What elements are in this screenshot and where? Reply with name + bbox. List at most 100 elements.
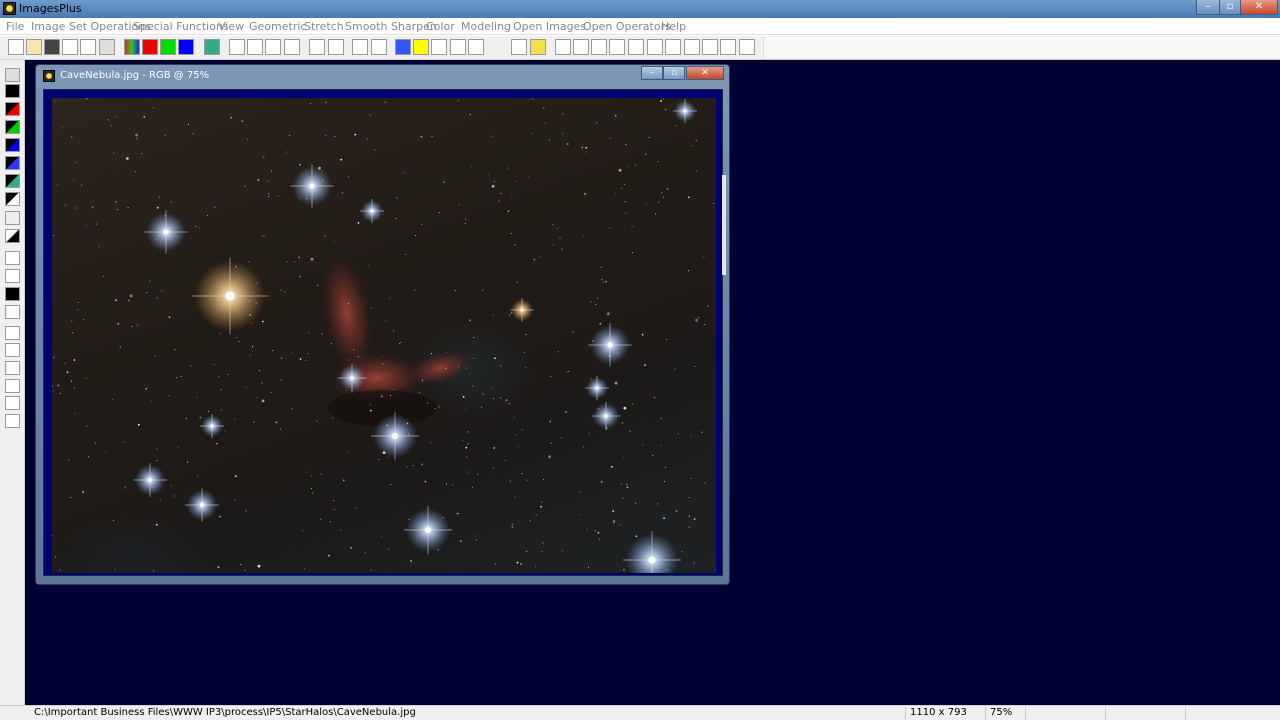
open-icon[interactable] <box>26 39 42 55</box>
star <box>579 491 581 493</box>
image-close-button[interactable]: ✕ <box>686 66 724 80</box>
red-black-icon[interactable] <box>5 102 20 116</box>
image-minimize-button[interactable]: – <box>641 66 663 80</box>
image-maximize-button[interactable]: ▫ <box>663 66 685 80</box>
rotate-left-icon[interactable] <box>5 379 20 393</box>
close-red-icon[interactable] <box>62 39 78 55</box>
move-icon[interactable] <box>5 326 20 340</box>
brush-icon[interactable] <box>511 39 527 55</box>
zoom-out-icon[interactable] <box>591 39 607 55</box>
star <box>420 135 423 138</box>
star <box>341 192 343 194</box>
menu-open-images[interactable]: Open Images <box>513 20 586 33</box>
redo-icon[interactable] <box>284 39 300 55</box>
save-icon[interactable] <box>5 68 20 82</box>
star <box>442 181 445 183</box>
points-icon[interactable] <box>371 39 387 55</box>
nebula-image[interactable] <box>52 98 716 573</box>
star <box>258 370 260 372</box>
crosshair-plus-icon[interactable] <box>431 39 447 55</box>
star <box>380 395 383 398</box>
green-black2-icon[interactable] <box>5 174 20 188</box>
rect-select-icon[interactable] <box>5 251 20 265</box>
black-square-icon[interactable] <box>5 84 20 98</box>
menu-smooth-sharpen[interactable]: Smooth Sharpen <box>345 20 437 33</box>
white-black-icon[interactable] <box>5 192 20 206</box>
square-3-icon[interactable] <box>720 39 736 55</box>
menu-color[interactable]: Color <box>426 20 455 33</box>
new-icon[interactable] <box>8 39 24 55</box>
star <box>77 309 79 311</box>
bars-icon[interactable] <box>5 269 20 283</box>
menu-stretch[interactable]: Stretch <box>304 20 344 33</box>
right-arrow-icon[interactable] <box>5 361 20 375</box>
frame-icon[interactable] <box>5 414 20 428</box>
menu-open-operators[interactable]: Open Operators <box>583 20 671 33</box>
minimize-button[interactable]: – <box>1196 0 1220 15</box>
circle-red-icon[interactable] <box>328 39 344 55</box>
green-black-icon[interactable] <box>5 120 20 134</box>
image-window-titlebar[interactable]: CaveNebula.jpg - RGB @ 75% – ▫ ✕ <box>36 65 729 85</box>
star <box>328 554 330 557</box>
menu-help[interactable]: Help <box>661 20 686 33</box>
maximize-button[interactable]: ▫ <box>1219 0 1241 15</box>
copy-icon[interactable] <box>99 39 115 55</box>
image-window-resize-edge[interactable] <box>722 175 726 275</box>
zoom-actual-icon[interactable] <box>628 39 644 55</box>
square-2-icon[interactable] <box>702 39 718 55</box>
star <box>457 100 459 102</box>
undo-gray-icon[interactable] <box>229 39 245 55</box>
arc-icon[interactable] <box>5 211 20 225</box>
curve-icon[interactable] <box>413 39 429 55</box>
star <box>581 146 584 149</box>
green-channel-icon[interactable] <box>160 39 176 55</box>
star <box>533 258 536 261</box>
blue-black-icon[interactable] <box>5 138 20 152</box>
minus-icon[interactable] <box>665 39 681 55</box>
close-green-icon[interactable] <box>80 39 96 55</box>
grid-icon[interactable] <box>204 39 220 55</box>
table-icon[interactable] <box>555 39 571 55</box>
gradient-icon[interactable] <box>5 229 20 243</box>
star <box>445 367 447 369</box>
blue-channel-icon[interactable] <box>178 39 194 55</box>
app-title: ImagesPlus <box>19 2 82 15</box>
histogram-icon[interactable] <box>395 39 411 55</box>
rgb-channels-icon[interactable] <box>124 39 140 55</box>
crosshair-icon[interactable] <box>450 39 466 55</box>
star <box>465 408 467 410</box>
square-4-icon[interactable] <box>739 39 755 55</box>
image-window[interactable]: CaveNebula.jpg - RGB @ 75% – ▫ ✕ <box>35 64 730 585</box>
undo-icon[interactable] <box>265 39 281 55</box>
star <box>613 522 615 524</box>
star <box>357 222 360 224</box>
star <box>446 351 448 353</box>
select-icon[interactable] <box>468 39 484 55</box>
circle-icon[interactable] <box>309 39 325 55</box>
pencil-icon[interactable] <box>530 39 546 55</box>
zoom-fit-icon[interactable] <box>609 39 625 55</box>
bw-icon[interactable] <box>5 287 20 301</box>
red-channel-icon[interactable] <box>142 39 158 55</box>
save-icon[interactable] <box>44 39 60 55</box>
star <box>70 496 72 498</box>
star <box>156 460 158 462</box>
zoom-in-icon[interactable] <box>573 39 589 55</box>
star <box>597 531 600 534</box>
menu-geometric[interactable]: Geometric <box>249 20 306 33</box>
rotate-down-icon[interactable] <box>5 396 20 410</box>
up-arrow-icon[interactable] <box>5 343 20 357</box>
star-field-graphic <box>52 98 716 573</box>
menu-file[interactable]: File <box>6 20 24 33</box>
square-1-icon[interactable] <box>684 39 700 55</box>
dots-icon[interactable] <box>352 39 368 55</box>
menu-view[interactable]: View <box>218 20 244 33</box>
star <box>542 542 544 544</box>
menu-modeling[interactable]: Modeling <box>461 20 511 33</box>
plus-icon[interactable] <box>647 39 663 55</box>
blue-black2-icon[interactable] <box>5 156 20 170</box>
menu-special-functions[interactable]: Special Functions <box>133 20 229 33</box>
redo-gray-icon[interactable] <box>247 39 263 55</box>
zoom-region-icon[interactable] <box>5 305 20 319</box>
close-button[interactable]: ✕ <box>1240 0 1278 15</box>
